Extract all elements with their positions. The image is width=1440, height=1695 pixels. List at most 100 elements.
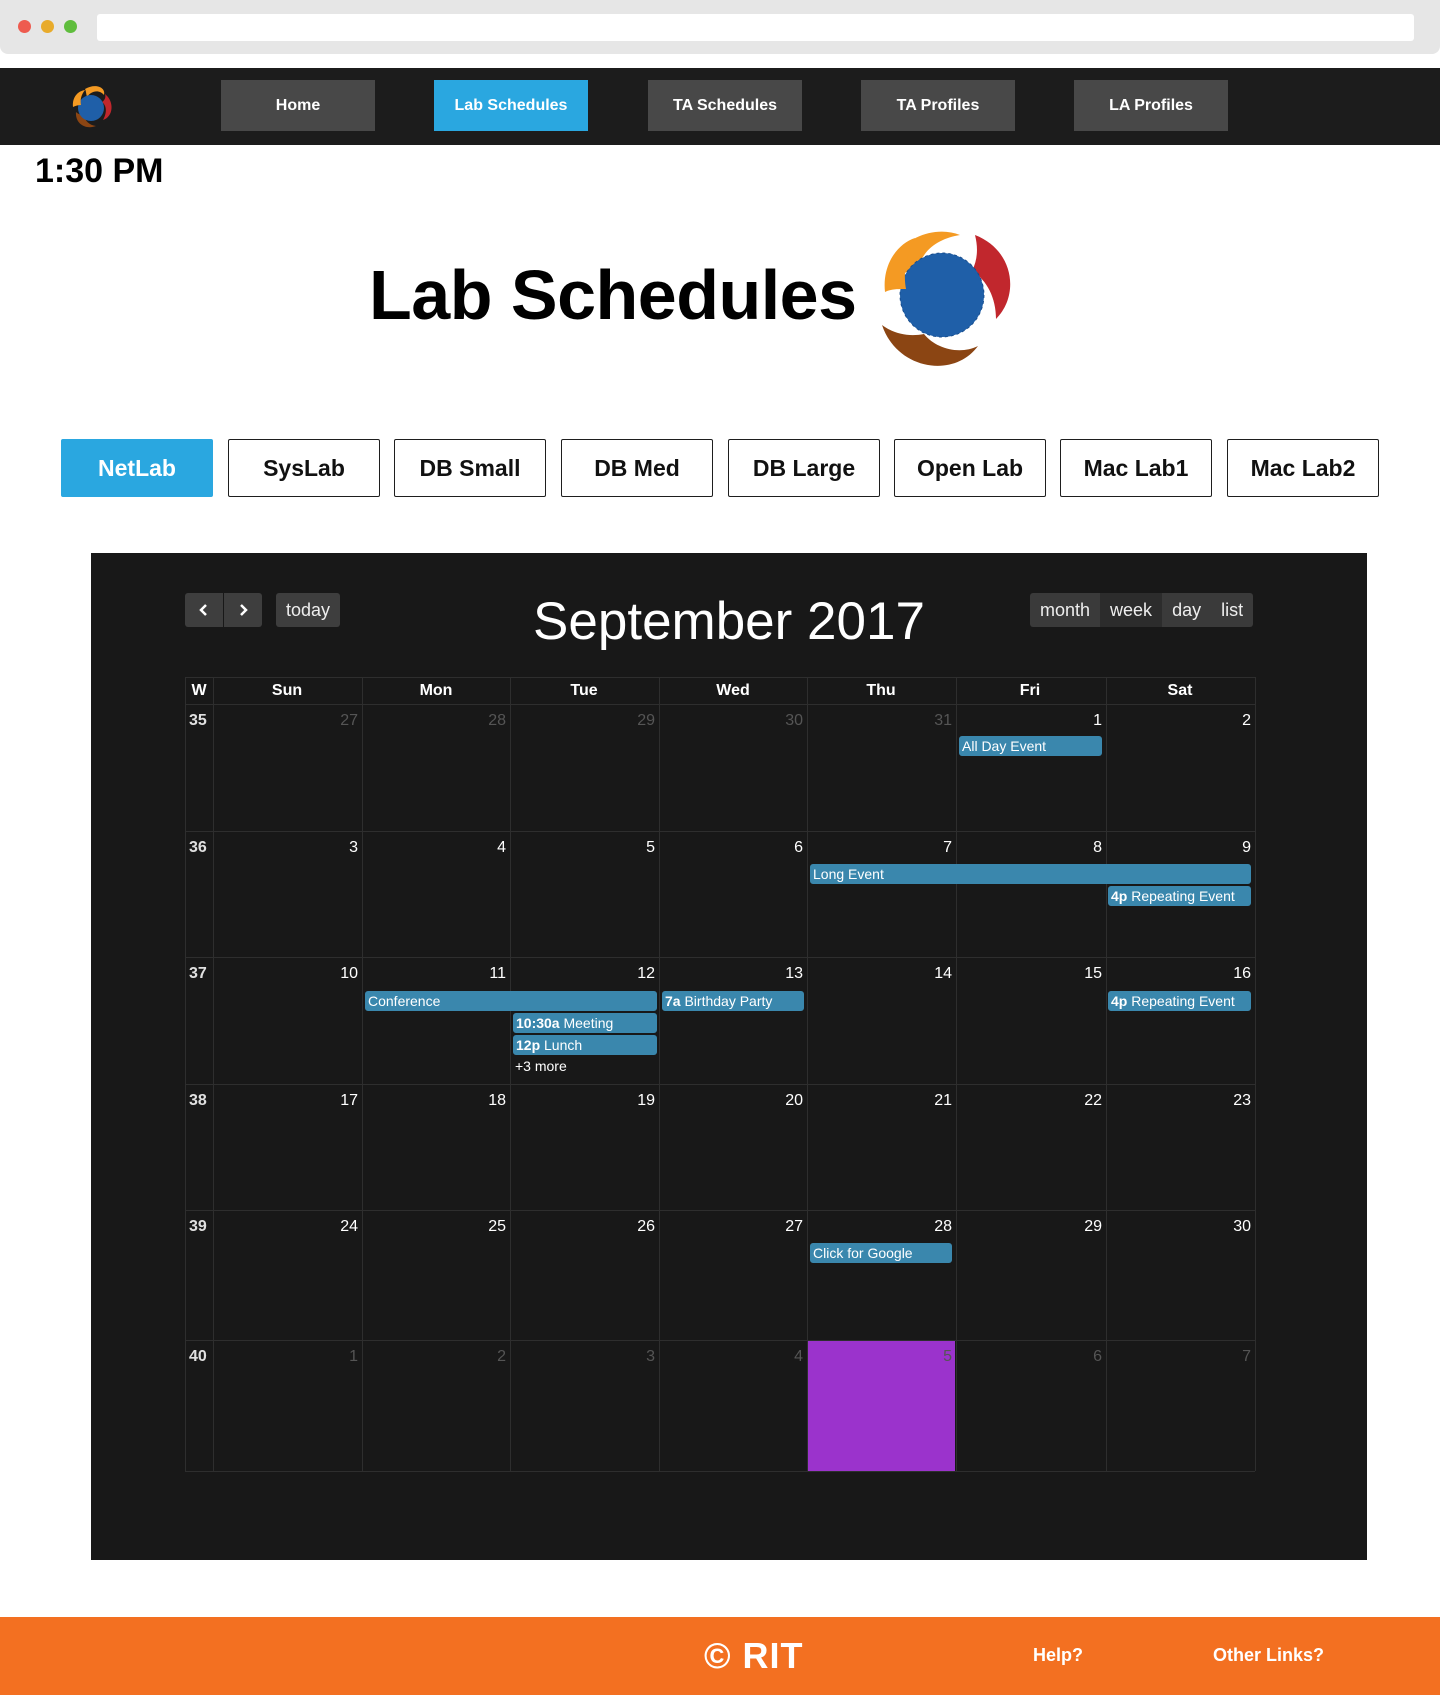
view-day-button[interactable]: day bbox=[1162, 593, 1211, 627]
view-switcher: month week day list bbox=[1030, 593, 1254, 627]
day-number[interactable]: 7 bbox=[1221, 1348, 1251, 1366]
day-number[interactable]: 3 bbox=[328, 839, 358, 857]
day-number[interactable]: 21 bbox=[922, 1092, 952, 1110]
day-number[interactable]: 2 bbox=[476, 1348, 506, 1366]
more-events-link[interactable]: +3 more bbox=[515, 1058, 567, 1074]
day-number[interactable]: 28 bbox=[476, 712, 506, 730]
day-header-thu: Thu bbox=[866, 681, 896, 699]
day-number[interactable]: 7 bbox=[922, 839, 952, 857]
other-links-link[interactable]: Other Links? bbox=[1213, 1645, 1324, 1666]
nav-lab-schedules-button[interactable]: Lab Schedules bbox=[434, 80, 588, 131]
lab-tab-netlab[interactable]: NetLab bbox=[61, 439, 213, 497]
event-conference[interactable]: Conference bbox=[365, 991, 657, 1011]
day-number[interactable]: 17 bbox=[328, 1092, 358, 1110]
day-number[interactable]: 30 bbox=[773, 712, 803, 730]
day-number[interactable]: 13 bbox=[773, 965, 803, 983]
week-number: 37 bbox=[189, 965, 207, 982]
rit-logo-icon[interactable] bbox=[66, 82, 116, 132]
calendar: today September 2017 month week day list… bbox=[91, 553, 1367, 1560]
close-window-dot[interactable] bbox=[18, 20, 31, 33]
view-list-button[interactable]: list bbox=[1211, 593, 1253, 627]
lab-tab-db-small[interactable]: DB Small bbox=[394, 439, 546, 497]
day-number[interactable]: 1 bbox=[1072, 712, 1102, 730]
maximize-window-dot[interactable] bbox=[64, 20, 77, 33]
grid-vline bbox=[510, 677, 511, 1471]
day-number[interactable]: 11 bbox=[476, 965, 506, 983]
rit-logo-large-icon bbox=[882, 231, 1011, 366]
grid-hline bbox=[185, 704, 1255, 705]
grid-vline bbox=[362, 677, 363, 1471]
day-number[interactable]: 1 bbox=[328, 1348, 358, 1366]
address-bar[interactable] bbox=[97, 14, 1414, 41]
nav-ta-schedules-button[interactable]: TA Schedules bbox=[648, 80, 802, 131]
day-header-sat: Sat bbox=[1167, 681, 1193, 699]
day-number[interactable]: 27 bbox=[328, 712, 358, 730]
event-birthday-party[interactable]: 7a Birthday Party bbox=[662, 991, 804, 1011]
day-number[interactable]: 10 bbox=[328, 965, 358, 983]
day-header-tue: Tue bbox=[570, 681, 598, 699]
day-number[interactable]: 30 bbox=[1221, 1218, 1251, 1236]
event-meeting[interactable]: 10:30a Meeting bbox=[513, 1013, 657, 1033]
day-number[interactable]: 12 bbox=[625, 965, 655, 983]
grid-hline bbox=[185, 1340, 1255, 1341]
day-number[interactable]: 23 bbox=[1221, 1092, 1251, 1110]
browser-chrome bbox=[0, 0, 1440, 54]
day-number[interactable]: 26 bbox=[625, 1218, 655, 1236]
day-number[interactable]: 4 bbox=[773, 1348, 803, 1366]
nav-home-button[interactable]: Home bbox=[221, 80, 375, 131]
day-number[interactable]: 28 bbox=[922, 1218, 952, 1236]
day-number[interactable]: 4 bbox=[476, 839, 506, 857]
view-month-button[interactable]: month bbox=[1030, 593, 1100, 627]
minimize-window-dot[interactable] bbox=[41, 20, 54, 33]
day-number[interactable]: 18 bbox=[476, 1092, 506, 1110]
lab-tab-open-lab[interactable]: Open Lab bbox=[894, 439, 1046, 497]
lab-tab-mac-lab2[interactable]: Mac Lab2 bbox=[1227, 439, 1379, 497]
day-number[interactable]: 20 bbox=[773, 1092, 803, 1110]
day-number[interactable]: 6 bbox=[773, 839, 803, 857]
day-number[interactable]: 29 bbox=[1072, 1218, 1102, 1236]
day-number[interactable]: 6 bbox=[1072, 1348, 1102, 1366]
day-number[interactable]: 9 bbox=[1221, 839, 1251, 857]
view-week-button[interactable]: week bbox=[1100, 593, 1163, 627]
lab-tab-mac-lab1[interactable]: Mac Lab1 bbox=[1060, 439, 1212, 497]
day-number[interactable]: 3 bbox=[625, 1348, 655, 1366]
lab-tab-syslab[interactable]: SysLab bbox=[228, 439, 380, 497]
day-number[interactable]: 5 bbox=[625, 839, 655, 857]
day-number[interactable]: 5 bbox=[922, 1348, 952, 1366]
grid-vline bbox=[807, 677, 808, 1471]
week-number: 36 bbox=[189, 839, 207, 856]
day-number[interactable]: 16 bbox=[1221, 965, 1251, 983]
grid-vline bbox=[185, 677, 186, 1471]
event-long[interactable]: Long Event bbox=[810, 864, 1251, 884]
day-number[interactable]: 8 bbox=[1072, 839, 1102, 857]
day-number[interactable]: 19 bbox=[625, 1092, 655, 1110]
day-number[interactable]: 2 bbox=[1221, 712, 1251, 730]
event-all-day[interactable]: All Day Event bbox=[959, 736, 1102, 756]
day-number[interactable]: 29 bbox=[625, 712, 655, 730]
lab-tab-db-med[interactable]: DB Med bbox=[561, 439, 713, 497]
grid-hline bbox=[185, 831, 1255, 832]
day-number[interactable]: 24 bbox=[328, 1218, 358, 1236]
nav-ta-profiles-button[interactable]: TA Profiles bbox=[861, 80, 1015, 131]
day-header-wed: Wed bbox=[716, 681, 750, 699]
nav-la-profiles-button[interactable]: LA Profiles bbox=[1074, 80, 1228, 131]
grid-vline bbox=[1255, 677, 1256, 1471]
day-number[interactable]: 22 bbox=[1072, 1092, 1102, 1110]
day-number[interactable]: 31 bbox=[922, 712, 952, 730]
day-number[interactable]: 14 bbox=[922, 965, 952, 983]
week-number: 38 bbox=[189, 1092, 207, 1109]
lab-tab-db-large[interactable]: DB Large bbox=[728, 439, 880, 497]
event-click-for-google[interactable]: Click for Google bbox=[810, 1243, 952, 1263]
grid-hline bbox=[185, 1084, 1255, 1085]
help-link[interactable]: Help? bbox=[1033, 1645, 1083, 1666]
grid-hline bbox=[185, 1471, 1255, 1472]
day-number[interactable]: 27 bbox=[773, 1218, 803, 1236]
grid-hline bbox=[185, 1210, 1255, 1211]
event-repeating-1[interactable]: 4p Repeating Event bbox=[1108, 886, 1251, 906]
day-header-mon: Mon bbox=[419, 681, 453, 699]
day-number[interactable]: 25 bbox=[476, 1218, 506, 1236]
footer: © RIT Help? Other Links? bbox=[0, 1617, 1440, 1695]
event-repeating-2[interactable]: 4p Repeating Event bbox=[1108, 991, 1251, 1011]
day-number[interactable]: 15 bbox=[1072, 965, 1102, 983]
event-lunch[interactable]: 12p Lunch bbox=[513, 1035, 657, 1055]
